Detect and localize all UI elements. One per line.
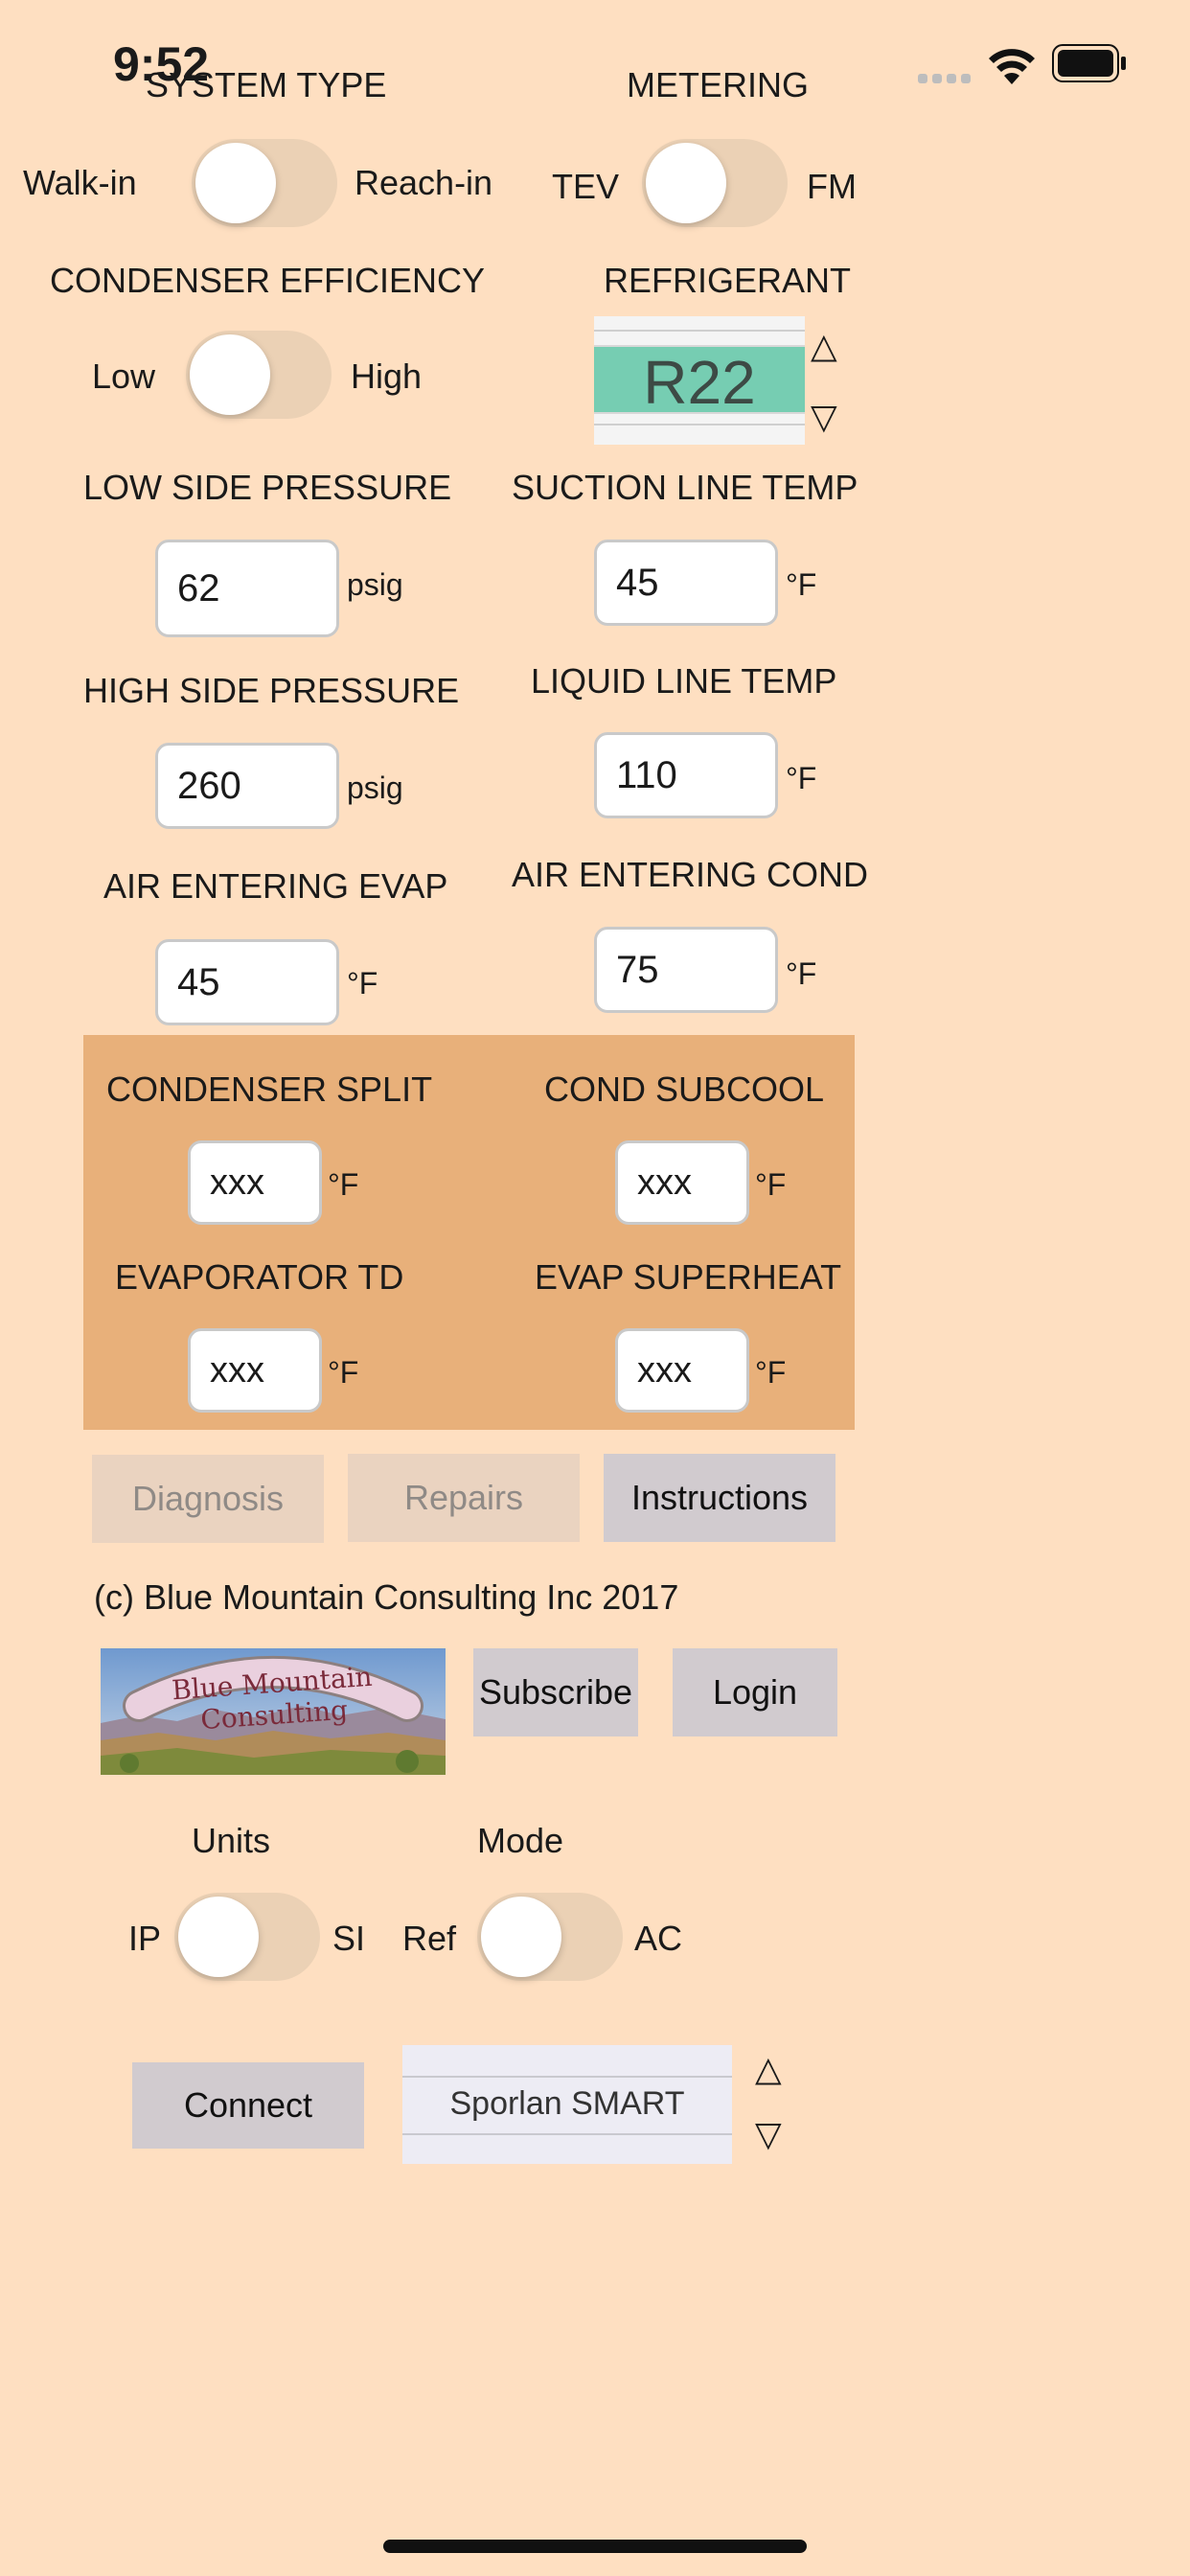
units-toggle[interactable] [174, 1893, 320, 1981]
units-si-label: SI [332, 1919, 366, 1958]
refrigerant-value: R22 [643, 348, 756, 417]
device-picker-value: Sporlan SMART [449, 2085, 685, 2122]
cellular-signal-icon [918, 71, 972, 83]
toggle-knob [190, 334, 270, 415]
evap-superheat-label: EVAP SUPERHEAT [535, 1257, 842, 1297]
air-entering-cond-input[interactable]: 75 [594, 927, 778, 1013]
air-entering-cond-label: AIR ENTERING COND [512, 855, 869, 894]
low-side-pressure-label: LOW SIDE PRESSURE [83, 468, 452, 507]
high-side-pressure-input[interactable]: 260 [155, 743, 339, 829]
air-entering-evap-unit: °F [347, 966, 378, 1000]
evaporator-td-label: EVAPORATOR TD [115, 1257, 404, 1297]
condenser-efficiency-toggle[interactable] [186, 331, 332, 419]
diagnosis-button[interactable]: Diagnosis [92, 1455, 324, 1543]
mode-title: Mode [477, 1821, 564, 1860]
copyright-text: (c) Blue Mountain Consulting Inc 2017 [94, 1577, 679, 1617]
picker-line [594, 424, 805, 426]
air-entering-cond-unit: °F [786, 956, 817, 991]
condenser-efficiency-low-label: Low [92, 356, 156, 396]
subscribe-button[interactable]: Subscribe [473, 1648, 638, 1736]
refrigerant-up-arrow-icon[interactable]: △ [811, 326, 837, 366]
cond-subcool-unit: °F [755, 1167, 787, 1202]
condenser-efficiency-title: CONDENSER EFFICIENCY [50, 261, 486, 300]
system-type-title: SYSTEM TYPE [146, 65, 387, 104]
battery-icon [1052, 44, 1127, 82]
units-ip-label: IP [128, 1919, 162, 1958]
low-side-pressure-unit: psig [347, 567, 403, 602]
liquid-line-temp-input[interactable]: 110 [594, 732, 778, 818]
high-side-pressure-label: HIGH SIDE PRESSURE [83, 671, 460, 710]
mode-ref-label: Ref [402, 1919, 457, 1958]
mode-toggle[interactable] [477, 1893, 623, 1981]
cond-subcool-value: xxx [615, 1140, 749, 1225]
condenser-split-value: xxx [188, 1140, 322, 1225]
system-type-toggle[interactable] [192, 139, 337, 227]
picker-line [402, 2076, 732, 2078]
evaporator-td-value: xxx [188, 1328, 322, 1413]
repairs-button[interactable]: Repairs [348, 1454, 580, 1542]
high-side-pressure-unit: psig [347, 770, 403, 805]
device-picker[interactable]: Sporlan SMART [402, 2045, 732, 2164]
condenser-split-label: CONDENSER SPLIT [106, 1070, 433, 1109]
company-logo[interactable]: Blue Mountain Consulting [101, 1648, 446, 1775]
units-title: Units [192, 1821, 271, 1860]
home-indicator[interactable] [383, 2540, 807, 2553]
air-entering-evap-label: AIR ENTERING EVAP [103, 866, 448, 906]
evap-superheat-value: xxx [615, 1328, 749, 1413]
metering-title: METERING [627, 65, 810, 104]
refrigerant-picker[interactable]: R22 [594, 316, 805, 445]
refrigerant-title: REFRIGERANT [604, 261, 852, 300]
mode-ac-label: AC [634, 1919, 683, 1958]
low-side-pressure-input[interactable]: 62 [155, 540, 339, 637]
liquid-line-temp-unit: °F [786, 761, 817, 795]
cond-subcool-label: COND SUBCOOL [544, 1070, 825, 1109]
device-down-arrow-icon[interactable]: ▽ [755, 2114, 782, 2154]
instructions-button[interactable]: Instructions [604, 1454, 835, 1542]
login-button[interactable]: Login [673, 1648, 837, 1736]
wifi-icon [987, 46, 1037, 84]
suction-line-temp-unit: °F [786, 567, 817, 602]
picker-line [402, 2133, 732, 2135]
evap-superheat-unit: °F [755, 1355, 787, 1390]
system-type-walk-in-label: Walk-in [23, 163, 137, 202]
liquid-line-temp-label: LIQUID LINE TEMP [531, 661, 837, 701]
metering-fm-label: FM [807, 167, 857, 206]
system-type-reach-in-label: Reach-in [355, 163, 493, 202]
condenser-efficiency-high-label: High [351, 356, 423, 396]
picker-line [594, 330, 805, 332]
device-up-arrow-icon[interactable]: △ [755, 2049, 782, 2089]
metering-tev-label: TEV [552, 167, 620, 206]
toggle-knob [481, 1897, 561, 1977]
toggle-knob [646, 143, 726, 223]
air-entering-evap-input[interactable]: 45 [155, 939, 339, 1025]
metering-toggle[interactable] [642, 139, 788, 227]
toggle-knob [195, 143, 276, 223]
suction-line-temp-input[interactable]: 45 [594, 540, 778, 626]
suction-line-temp-label: SUCTION LINE TEMP [512, 468, 858, 507]
toggle-knob [178, 1897, 259, 1977]
evaporator-td-unit: °F [328, 1355, 359, 1390]
connect-button[interactable]: Connect [132, 2062, 364, 2149]
condenser-split-unit: °F [328, 1167, 359, 1202]
refrigerant-down-arrow-icon[interactable]: ▽ [811, 397, 837, 437]
